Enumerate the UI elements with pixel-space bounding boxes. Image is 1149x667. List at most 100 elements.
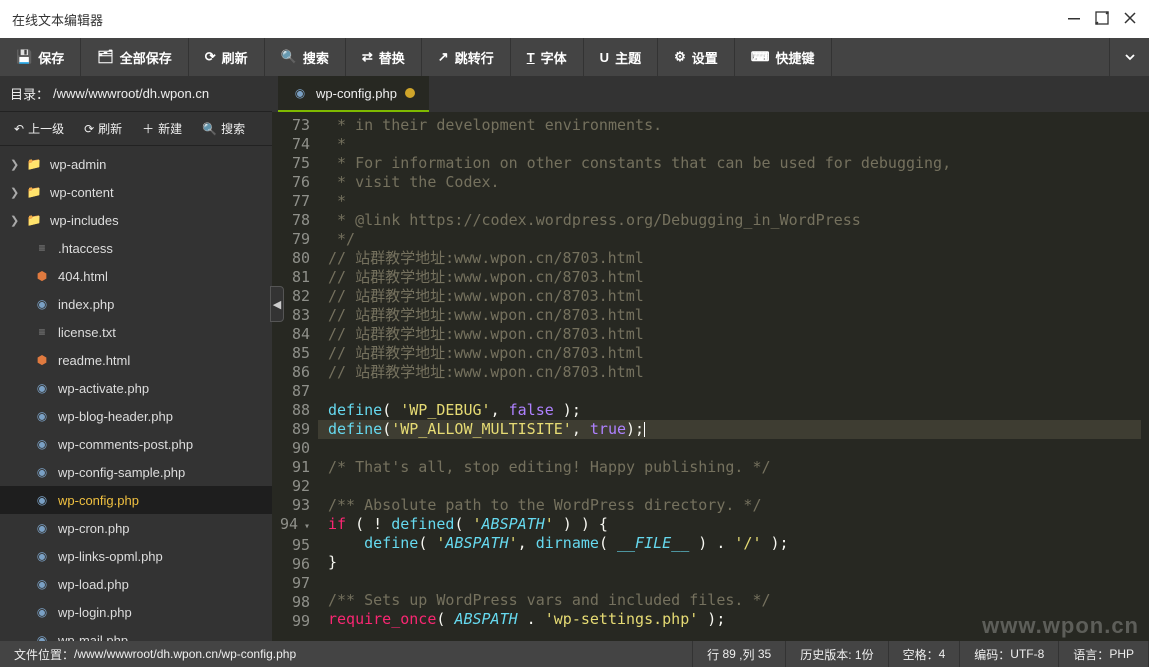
search-icon: 🔍 bbox=[281, 49, 297, 65]
collapse-handle[interactable]: ◀ bbox=[270, 286, 284, 322]
tree-item-label: index.php bbox=[58, 297, 114, 312]
replace-button[interactable]: ⇄替换 bbox=[346, 38, 422, 76]
status-encoding[interactable]: 编码： UTF-8 bbox=[960, 641, 1059, 667]
file-item-wp-login-php[interactable]: ◉ wp-login.php bbox=[0, 598, 272, 626]
file-item-404-html[interactable]: ⬢ 404.html bbox=[0, 262, 272, 290]
file-item-wp-mail-php[interactable]: ◉ wp-mail.php bbox=[0, 626, 272, 641]
gear-icon: ⚙ bbox=[674, 49, 686, 65]
folder-icon: 📁 bbox=[26, 156, 42, 172]
php-icon: ◉ bbox=[34, 492, 50, 508]
tree-item-label: wp-login.php bbox=[58, 605, 132, 620]
modified-indicator-icon bbox=[405, 88, 415, 98]
code-area[interactable]: 7374757677787980818283848586878889909192… bbox=[272, 112, 1149, 641]
tree-item-label: wp-cron.php bbox=[58, 521, 130, 536]
file-item--htaccess[interactable]: ≡.htaccess bbox=[0, 234, 272, 262]
html-icon: ⬢ bbox=[34, 352, 50, 368]
side-search-button[interactable]: 🔍搜索 bbox=[192, 120, 255, 137]
font-button[interactable]: T字体 bbox=[511, 38, 584, 76]
file-item-wp-links-opml-php[interactable]: ◉wp-links-opml.php bbox=[0, 542, 272, 570]
close-icon[interactable] bbox=[1123, 11, 1137, 28]
status-filepath: 文件位置： /www/wwwroot/dh.wpon.cn/wp-config.… bbox=[0, 641, 693, 667]
refresh-icon: ⟳ bbox=[205, 49, 216, 65]
status-history[interactable]: 历史版本: 1份 bbox=[786, 641, 888, 667]
file-item-wp-load-php[interactable]: ◉ wp-load.php bbox=[0, 570, 272, 598]
folder-icon: 📁 bbox=[26, 212, 42, 228]
shortcuts-button[interactable]: ⌨快捷键 bbox=[735, 38, 832, 76]
theme-button[interactable]: U主题 bbox=[584, 38, 658, 76]
keyboard-icon: ⌨ bbox=[751, 49, 770, 65]
toolbar-dropdown[interactable] bbox=[1109, 38, 1149, 76]
php-icon: ◉ bbox=[34, 576, 50, 592]
status-indent[interactable]: 空格： 4 bbox=[889, 641, 961, 667]
sidebar: 目录： /www/wwwroot/dh.wpon.cn ↶上一级 ⟳刷新 ＋新建… bbox=[0, 76, 272, 641]
chevron-right-icon: ❯ bbox=[10, 214, 18, 227]
up-button[interactable]: ↶上一级 bbox=[4, 120, 74, 137]
search-icon: 🔍 bbox=[202, 122, 217, 136]
status-bar: 文件位置： /www/wwwroot/dh.wpon.cn/wp-config.… bbox=[0, 641, 1149, 667]
goto-icon: ↗ bbox=[438, 49, 449, 65]
tree-item-label: wp-admin bbox=[50, 157, 106, 172]
titlebar: 在线文本编辑器 bbox=[0, 0, 1149, 38]
file-item-wp-blog-header-php[interactable]: ◉wp-blog-header.php bbox=[0, 402, 272, 430]
file-item-readme-html[interactable]: ⬢readme.html bbox=[0, 346, 272, 374]
sidebar-toolbar: ↶上一级 ⟳刷新 ＋新建 🔍搜索 bbox=[0, 112, 272, 146]
tree-item-label: 404.html bbox=[58, 269, 108, 284]
tree-item-label: wp-config.php bbox=[58, 493, 139, 508]
path-bar: 目录： /www/wwwroot/dh.wpon.cn bbox=[0, 76, 272, 112]
file-item-license-txt[interactable]: ≡license.txt bbox=[0, 318, 272, 346]
file-item-wp-config-php[interactable]: ◉ wp-config.php bbox=[0, 486, 272, 514]
tree-item-label: wp-config-sample.php bbox=[58, 465, 185, 480]
new-button[interactable]: ＋新建 bbox=[132, 120, 192, 137]
plus-icon: ＋ bbox=[142, 120, 154, 137]
php-icon: ◉ bbox=[34, 380, 50, 396]
window-title: 在线文本编辑器 bbox=[12, 10, 103, 29]
search-button[interactable]: 🔍搜索 bbox=[265, 38, 346, 76]
tab-wp-config[interactable]: ◉ wp-config.php bbox=[278, 76, 429, 112]
code-content[interactable]: * in their development environments. * *… bbox=[318, 112, 1149, 641]
html-icon: ⬢ bbox=[34, 268, 50, 284]
tree-item-label: wp-mail.php bbox=[58, 633, 128, 642]
refresh-button[interactable]: ⟳刷新 bbox=[189, 38, 265, 76]
folder-icon: 📁 bbox=[26, 184, 42, 200]
chevron-right-icon: ❯ bbox=[10, 158, 18, 171]
php-icon: ◉ bbox=[34, 548, 50, 564]
goto-button[interactable]: ↗跳转行 bbox=[422, 38, 511, 76]
replace-icon: ⇄ bbox=[362, 49, 373, 65]
tree-item-label: .htaccess bbox=[58, 241, 113, 256]
side-refresh-button[interactable]: ⟳刷新 bbox=[74, 120, 132, 137]
file-item-wp-cron-php[interactable]: ◉ wp-cron.php bbox=[0, 514, 272, 542]
folder-item-wp-content[interactable]: ❯ 📁 wp-content bbox=[0, 178, 272, 206]
tree-item-label: wp-blog-header.php bbox=[58, 409, 173, 424]
chevron-right-icon: ❯ bbox=[10, 186, 18, 199]
path-label: 目录： bbox=[10, 84, 49, 103]
save-button[interactable]: 💾保存 bbox=[0, 38, 81, 76]
file-tree: ❯ 📁 wp-admin ❯ 📁 wp-content ❯ 📁 wp-includes ≡.hta… bbox=[0, 146, 272, 641]
font-icon: T bbox=[527, 50, 535, 65]
php-icon: ◉ bbox=[34, 436, 50, 452]
php-icon: ◉ bbox=[34, 604, 50, 620]
tab-filename: wp-config.php bbox=[316, 86, 397, 101]
tree-item-label: wp-content bbox=[50, 185, 114, 200]
tree-item-label: wp-includes bbox=[50, 213, 119, 228]
php-icon: ◉ bbox=[34, 520, 50, 536]
settings-button[interactable]: ⚙设置 bbox=[658, 38, 735, 76]
maximize-icon[interactable] bbox=[1095, 11, 1109, 28]
path-value[interactable]: /www/wwwroot/dh.wpon.cn bbox=[53, 86, 209, 101]
tree-item-label: wp-comments-post.php bbox=[58, 437, 193, 452]
tree-item-label: wp-load.php bbox=[58, 577, 129, 592]
status-language[interactable]: 语言： PHP bbox=[1059, 641, 1149, 667]
status-cursor[interactable]: 行 89 ,列 35 bbox=[693, 641, 786, 667]
save-all-button[interactable]: 🗂全部保存 bbox=[81, 38, 189, 76]
folder-item-wp-admin[interactable]: ❯ 📁 wp-admin bbox=[0, 150, 272, 178]
folder-item-wp-includes[interactable]: ❯ 📁 wp-includes bbox=[0, 206, 272, 234]
file-item-wp-config-sample-php[interactable]: ◉wp-config-sample.php bbox=[0, 458, 272, 486]
tree-item-label: wp-activate.php bbox=[58, 381, 149, 396]
tab-bar: ◉ wp-config.php bbox=[272, 76, 1149, 112]
up-icon: ↶ bbox=[14, 122, 24, 136]
php-icon: ◉ bbox=[34, 632, 50, 641]
file-item-wp-activate-php[interactable]: ◉ wp-activate.php bbox=[0, 374, 272, 402]
refresh-icon: ⟳ bbox=[84, 122, 94, 136]
file-item-wp-comments-post-php[interactable]: ◉ wp-comments-post.php bbox=[0, 430, 272, 458]
file-item-index-php[interactable]: ◉index.php bbox=[0, 290, 272, 318]
minimize-icon[interactable] bbox=[1067, 11, 1081, 28]
